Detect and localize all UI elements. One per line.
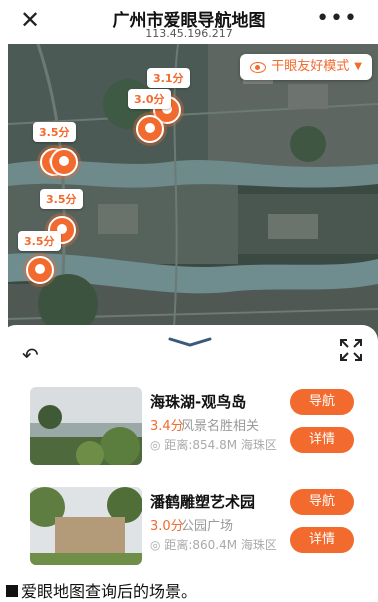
- navigate-button[interactable]: 导航: [290, 389, 354, 415]
- back-icon[interactable]: ↶: [22, 343, 39, 367]
- details-button[interactable]: 详情: [290, 527, 354, 553]
- results-sheet: ↶ 海珠湖-观鸟岛 3.4分 风景名胜相关 ◎ 距离:854.8M 海珠区 导航…: [0, 325, 378, 580]
- place-name: 潘鹤雕塑艺术园: [150, 493, 256, 511]
- bullet-square: [6, 585, 18, 597]
- place-name: 海珠湖-观鸟岛: [150, 393, 247, 411]
- place-distance-text: 距离:854.8M 海珠区: [164, 438, 277, 452]
- caret-down-icon: ▼: [354, 61, 362, 72]
- mode-label: 干眼友好模式: [271, 59, 350, 74]
- map-marker[interactable]: [26, 256, 54, 284]
- eye-icon: [250, 61, 267, 73]
- place-distance-text: 距离:860.4M 海珠区: [164, 538, 277, 552]
- location-icon: ◎: [150, 538, 161, 552]
- more-icon[interactable]: •••: [316, 6, 358, 31]
- place-category: 公园广场: [181, 519, 234, 534]
- details-button[interactable]: 详情: [290, 427, 354, 453]
- result-item[interactable]: 潘鹤雕塑艺术园 3.0分 公园广场 ◎ 距离:860.4M 海珠区 导航 详情: [28, 487, 358, 569]
- top-bar: ✕ 广州市爱眼导航地图 113.45.196.217 •••: [0, 0, 378, 44]
- place-category: 风景名胜相关: [181, 419, 260, 434]
- marker-rating-label: 3.5分: [18, 231, 61, 251]
- marker-rating-label: 3.0分: [128, 89, 171, 109]
- result-item[interactable]: 海珠湖-观鸟岛 3.4分 风景名胜相关 ◎ 距离:854.8M 海珠区 导航 详…: [28, 387, 358, 469]
- fullscreen-icon[interactable]: [340, 339, 362, 361]
- marker-rating-label: 3.5分: [40, 189, 83, 209]
- sheet-handle-icon[interactable]: [168, 337, 212, 347]
- map-marker[interactable]: [50, 148, 78, 176]
- marker-rating-label: 3.1分: [147, 68, 190, 88]
- place-photo: [30, 387, 142, 465]
- satellite-map[interactable]: 干眼友好模式 ▼ 3.1分 3.0分 3.5分 3.5分 3.5分: [8, 44, 378, 344]
- location-icon: ◎: [150, 438, 161, 452]
- map-marker[interactable]: [136, 115, 164, 143]
- place-rating: 3.0分: [150, 519, 184, 534]
- place-distance: ◎ 距离:854.8M 海珠区: [150, 437, 288, 453]
- caption-text: 爱眼地图查询后的场景。: [21, 582, 198, 601]
- place-photo: [30, 487, 142, 565]
- figure-caption: 爱眼地图查询后的场景。: [6, 578, 197, 602]
- navigate-button[interactable]: 导航: [290, 489, 354, 515]
- marker-rating-label: 3.5分: [33, 122, 76, 142]
- place-rating: 3.4分: [150, 419, 184, 434]
- place-distance: ◎ 距离:860.4M 海珠区: [150, 537, 288, 553]
- dry-eye-mode-toggle[interactable]: 干眼友好模式 ▼: [240, 54, 372, 80]
